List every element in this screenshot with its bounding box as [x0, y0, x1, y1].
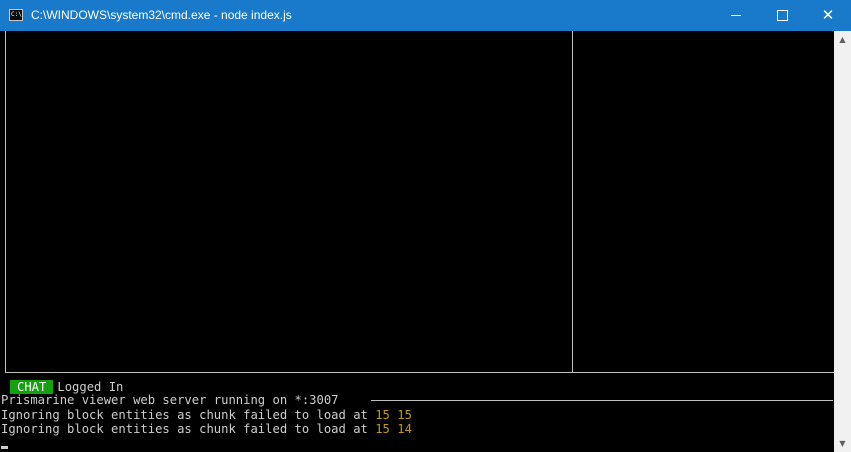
separator-rule	[371, 400, 833, 401]
chunk-z: 15	[397, 408, 412, 422]
cmd-icon-text: C:\	[11, 11, 22, 18]
cmd-icon[interactable]: C:\	[9, 9, 23, 21]
chunk-x: 15	[375, 422, 390, 436]
console-line-text: Ignoring block entities as chunk failed …	[1, 408, 376, 422]
minimize-button[interactable]	[713, 0, 759, 31]
close-button[interactable]: ✕	[805, 0, 851, 31]
chat-status-row: CHAT Logged In	[10, 379, 123, 394]
scroll-down-icon[interactable]: ▼	[834, 435, 851, 452]
console-line: Prismarine viewer web server running on …	[1, 393, 339, 407]
console-area[interactable]: CHAT Logged In Prismarine viewer web ser…	[0, 31, 834, 452]
vertical-scrollbar[interactable]: ▲ ▼	[834, 31, 851, 452]
pane-divider	[572, 31, 573, 373]
console-line: Ignoring block entities as chunk failed …	[1, 422, 412, 436]
text-cursor	[1, 446, 8, 449]
cmd-window: C:\ C:\WINDOWS\system32\cmd.exe - node i…	[0, 0, 851, 452]
window-title: C:\WINDOWS\system32\cmd.exe - node index…	[31, 8, 292, 22]
chunk-z: 14	[397, 422, 412, 436]
chat-badge: CHAT	[10, 379, 54, 394]
close-icon: ✕	[821, 6, 835, 24]
scroll-up-icon[interactable]: ▲	[834, 31, 851, 48]
maximize-icon	[776, 10, 788, 21]
maximize-button[interactable]	[759, 0, 805, 31]
pane-left-border	[5, 31, 6, 373]
console-line: Ignoring block entities as chunk failed …	[1, 408, 412, 422]
pane-bottom-border	[5, 372, 834, 373]
title-bar[interactable]: C:\ C:\WINDOWS\system32\cmd.exe - node i…	[0, 0, 851, 31]
chunk-x: 15	[375, 408, 390, 422]
minimize-icon	[731, 15, 741, 16]
chat-status-text: Logged In	[57, 379, 124, 394]
console-line-text: Ignoring block entities as chunk failed …	[1, 422, 376, 436]
